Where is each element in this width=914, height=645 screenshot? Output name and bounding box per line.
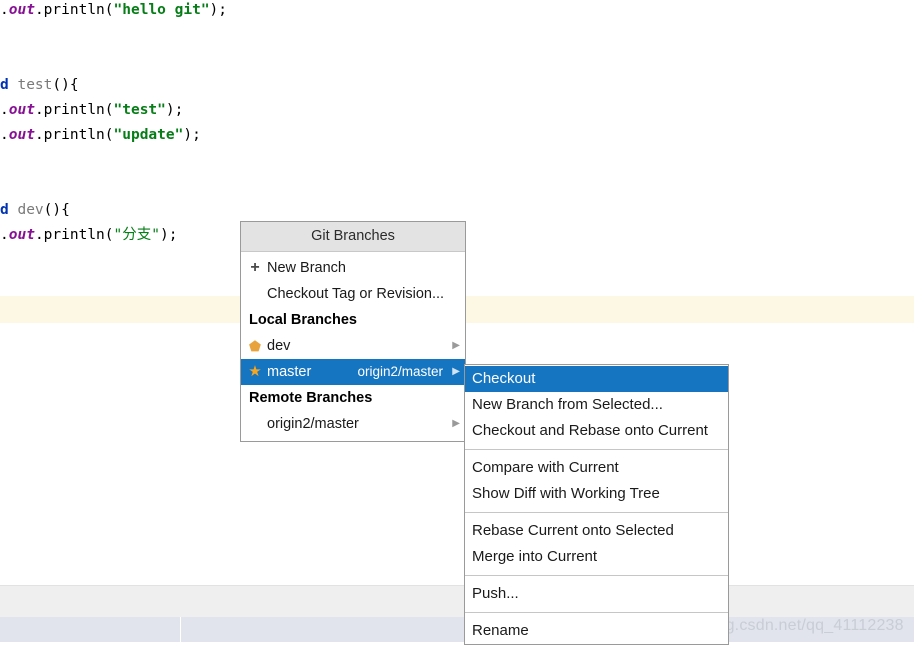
code-token: ); (165, 102, 184, 118)
chevron-right-icon: ▶ (452, 418, 460, 429)
local-branches-list: ⬟ dev ▶ ★ master origin2/master ▶ (241, 333, 465, 385)
local-branches-header: Local Branches (249, 312, 357, 328)
menu-item-checkout-and-rebase-onto-current[interactable]: Checkout and Rebase onto Current (465, 418, 728, 444)
menu-item-label: Rebase Current onto Selected (472, 522, 674, 539)
menu-item-merge-into-current[interactable]: Merge into Current (465, 544, 728, 570)
chevron-right-icon: ▶ (452, 366, 460, 377)
code-token: "update" (113, 127, 184, 143)
code-token: .println( (34, 127, 114, 143)
code-token: ); (159, 227, 178, 243)
chevron-right-icon: ▶ (452, 340, 460, 351)
code-token: out (8, 102, 35, 118)
remote-branches-header: Remote Branches (249, 390, 373, 406)
menu-item-label: Checkout (472, 370, 536, 387)
git-branches-popup-body: + New Branch Checkout Tag or Revision... L… (241, 252, 465, 441)
git-branches-actions: + New Branch Checkout Tag or Revision... (241, 255, 465, 307)
branch-name: origin2/master (267, 416, 359, 432)
code-token: .println( (34, 102, 114, 118)
code-token: test (17, 77, 53, 93)
menu-item-rebase-current-onto-selected[interactable]: Rebase Current onto Selected (465, 518, 728, 544)
menu-item-label: Merge into Current (472, 548, 598, 565)
local-branch-dev[interactable]: ⬟ dev ▶ (241, 333, 465, 359)
code-line[interactable]: .out.println("hello git"); (0, 0, 227, 20)
code-token: "分支" (113, 227, 160, 243)
code-line[interactable]: .out.println("test"); (0, 100, 183, 120)
menu-item-label: Checkout and Rebase onto Current (472, 422, 708, 439)
remote-branches-list: origin2/master ▶ (241, 411, 465, 437)
git-popup-action-new-branch[interactable]: + New Branch (241, 255, 465, 281)
branch-name: master (267, 364, 312, 380)
menu-item-compare-with-current[interactable]: Compare with Current (465, 455, 728, 481)
code-token: .println( (34, 227, 114, 243)
menu-item-label: Rename (472, 622, 529, 639)
git-branches-popup: Git Branches + New Branch Checkout Tag or … (240, 221, 466, 442)
code-token: d (0, 202, 18, 218)
menu-item-label: Show Diff with Working Tree (472, 485, 660, 502)
code-token: (){ (52, 77, 79, 93)
code-line[interactable]: d dev(){ (0, 200, 70, 220)
branch-context-submenu: Checkout New Branch from Selected... Check… (464, 364, 729, 645)
branch-tracking-label: origin2/master (357, 364, 443, 379)
menu-item-label: Push... (472, 585, 519, 602)
code-token: out (8, 127, 35, 143)
menu-item-show-diff-with-working-tree[interactable]: Show Diff with Working Tree (465, 481, 728, 507)
status-bar-divider (180, 617, 181, 642)
menu-separator (465, 512, 728, 513)
branch-name: dev (267, 338, 291, 354)
git-branches-popup-title: Git Branches (241, 222, 465, 252)
code-token: . (0, 102, 9, 118)
code-token: "test" (113, 102, 166, 118)
git-popup-action-label: New Branch (267, 260, 346, 276)
code-token: d (0, 77, 18, 93)
menu-item-new-branch-from-selected[interactable]: New Branch from Selected... (465, 392, 728, 418)
git-popup-action-checkout-tag-or-revision[interactable]: Checkout Tag or Revision... (241, 281, 465, 307)
code-token: .println( (34, 2, 114, 18)
code-token: (){ (43, 202, 70, 218)
code-token: dev (17, 202, 44, 218)
code-token: "hello git" (113, 2, 210, 18)
code-line[interactable]: d test(){ (0, 75, 79, 95)
menu-separator (465, 449, 728, 450)
menu-separator (465, 575, 728, 576)
tag-icon: ⬟ (248, 338, 262, 354)
code-token: out (8, 2, 35, 18)
code-token: ); (209, 2, 228, 18)
code-token: . (0, 2, 9, 18)
code-token: . (0, 227, 9, 243)
local-branch-master[interactable]: ★ master origin2/master ▶ (241, 359, 465, 385)
menu-item-label: Compare with Current (472, 459, 619, 476)
plus-icon: + (250, 259, 260, 276)
menu-item-checkout[interactable]: Checkout (465, 366, 728, 392)
menu-item-push[interactable]: Push... (465, 581, 728, 607)
code-token: . (0, 127, 9, 143)
code-line[interactable]: .out.println("分支"); (0, 225, 177, 245)
bottom-toolbar-strip (0, 585, 914, 618)
code-token: ); (183, 127, 201, 143)
code-line[interactable]: .out.println("update"); (0, 125, 201, 145)
menu-separator (465, 612, 728, 613)
star-icon: ★ (248, 363, 262, 380)
menu-item-rename[interactable]: Rename (465, 618, 728, 644)
code-token: out (8, 227, 35, 243)
git-popup-action-label: Checkout Tag or Revision... (267, 286, 445, 302)
remote-branch-origin2-master[interactable]: origin2/master ▶ (241, 411, 465, 437)
menu-item-label: New Branch from Selected... (472, 396, 663, 413)
